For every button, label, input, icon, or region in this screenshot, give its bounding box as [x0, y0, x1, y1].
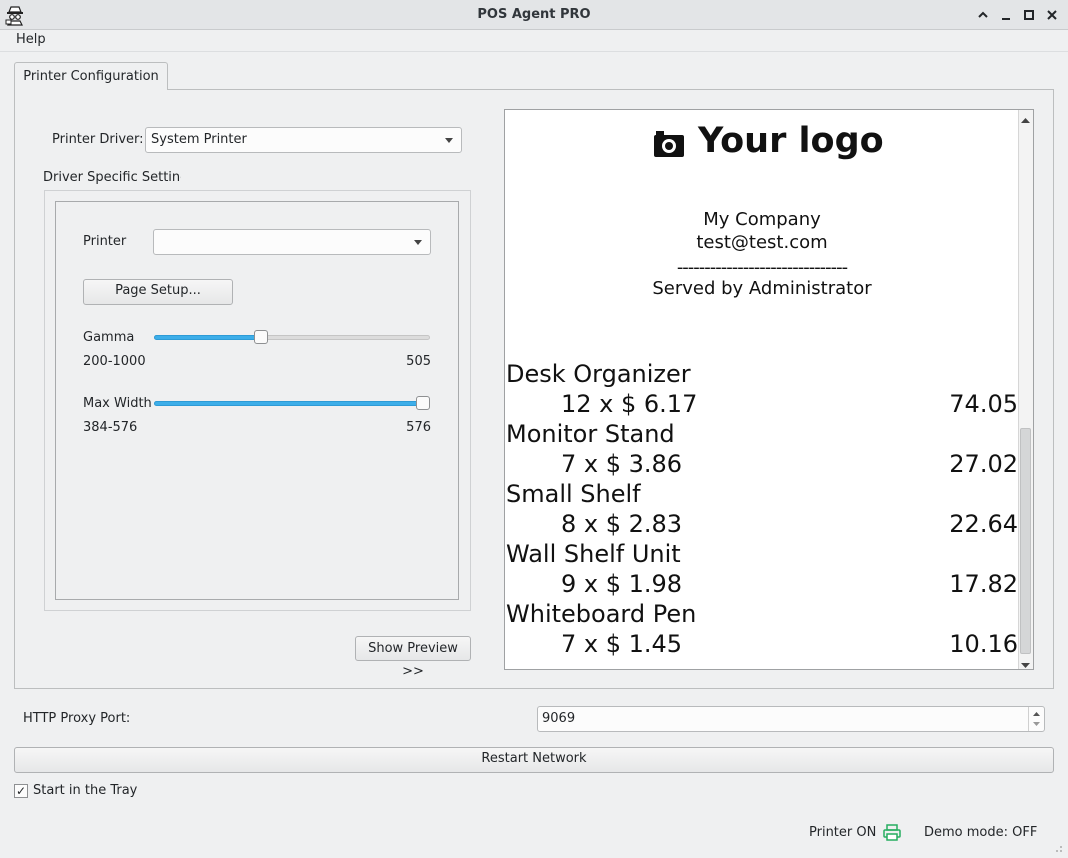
resize-grip-icon[interactable] [1050, 840, 1064, 858]
receipt-item-name: Wall Shelf Unit [506, 540, 681, 568]
menu-bar: Help [0, 30, 1068, 52]
receipt-item-total: 10.16 [949, 630, 1018, 658]
receipt-item-name: Small Shelf [506, 480, 641, 508]
maximize-icon[interactable] [1020, 6, 1038, 24]
printer-label: Printer [83, 234, 127, 249]
page-setup-button[interactable]: Page Setup... [83, 279, 233, 305]
receipt-item-qty: 8 x $ 2.83 [561, 510, 683, 538]
tab-printer-configuration[interactable]: Printer Configuration [14, 62, 168, 90]
receipt-item-qty: 7 x $ 3.86 [561, 450, 683, 478]
gamma-value: 505 [406, 354, 431, 369]
window-title: POS Agent PRO [477, 7, 591, 22]
receipt-scrollbar-thumb[interactable] [1020, 428, 1031, 654]
restart-network-button[interactable]: Restart Network [14, 747, 1054, 773]
printer-driver-label: Printer Driver: [52, 132, 144, 147]
receipt-served-by: Served by Administrator [652, 278, 872, 299]
receipt-item-name: Whiteboard Pen [506, 600, 697, 628]
max-width-slider-handle[interactable] [416, 396, 430, 410]
proxy-port-spinner[interactable] [1028, 707, 1044, 731]
receipt-item-name: Monitor Stand [506, 420, 675, 448]
receipt-item-qty: 12 x $ 6.17 [561, 390, 698, 418]
receipt-item-total: 27.02 [949, 450, 1018, 478]
gamma-label: Gamma [83, 330, 135, 345]
receipt-company: My Company [703, 209, 821, 230]
receipt-item-total: 22.64 [949, 510, 1018, 538]
chevron-down-icon [414, 240, 422, 245]
receipt-item-qty: 9 x $ 1.98 [561, 570, 683, 598]
printer-driver-select[interactable]: System Printer [145, 127, 462, 153]
demo-mode-status: Demo mode: OFF [924, 825, 1038, 840]
receipt-logo-text: Your logo [698, 121, 884, 161]
proxy-port-label: HTTP Proxy Port: [23, 711, 131, 726]
show-preview-button[interactable]: Show Preview >> [355, 636, 471, 679]
close-icon[interactable] [1043, 6, 1061, 24]
driver-settings-title: Driver Specific Settings [43, 170, 181, 185]
proxy-port-input[interactable]: 9069 [537, 706, 1045, 732]
receipt-email: test@test.com [696, 232, 828, 253]
receipt-item-total: 74.05 [949, 390, 1018, 418]
start-in-tray-label: Start in the Tray [33, 783, 138, 798]
gamma-slider-handle[interactable] [254, 330, 268, 344]
printer-driver-value: System Printer [151, 132, 247, 147]
chevron-up-icon[interactable] [974, 6, 992, 24]
printer-status: Printer ON [809, 825, 877, 840]
proxy-port-value: 9069 [542, 711, 576, 726]
scroll-down-icon[interactable] [1021, 658, 1030, 673]
start-in-tray-checkbox[interactable]: ✓ [14, 784, 28, 798]
scroll-up-icon[interactable] [1021, 113, 1030, 128]
gamma-slider-fill [154, 335, 262, 340]
printer-select[interactable] [153, 229, 431, 255]
chevron-down-icon [445, 138, 453, 143]
receipt-item-total: 17.82 [949, 570, 1018, 598]
max-width-slider-fill [154, 401, 428, 406]
max-width-label: Max Width [83, 396, 152, 411]
menu-help[interactable]: Help [8, 30, 54, 52]
printer-icon [883, 824, 901, 845]
minimize-icon[interactable] [997, 6, 1015, 24]
camera-icon [652, 127, 688, 159]
receipt-item-name: Desk Organizer [506, 360, 691, 388]
receipt-item-qty: 7 x $ 1.45 [561, 630, 683, 658]
gamma-range: 200-1000 [83, 354, 146, 369]
receipt-separator: ------------------------------- [676, 257, 848, 278]
max-width-range: 384-576 [83, 420, 138, 435]
max-width-value: 576 [406, 420, 431, 435]
